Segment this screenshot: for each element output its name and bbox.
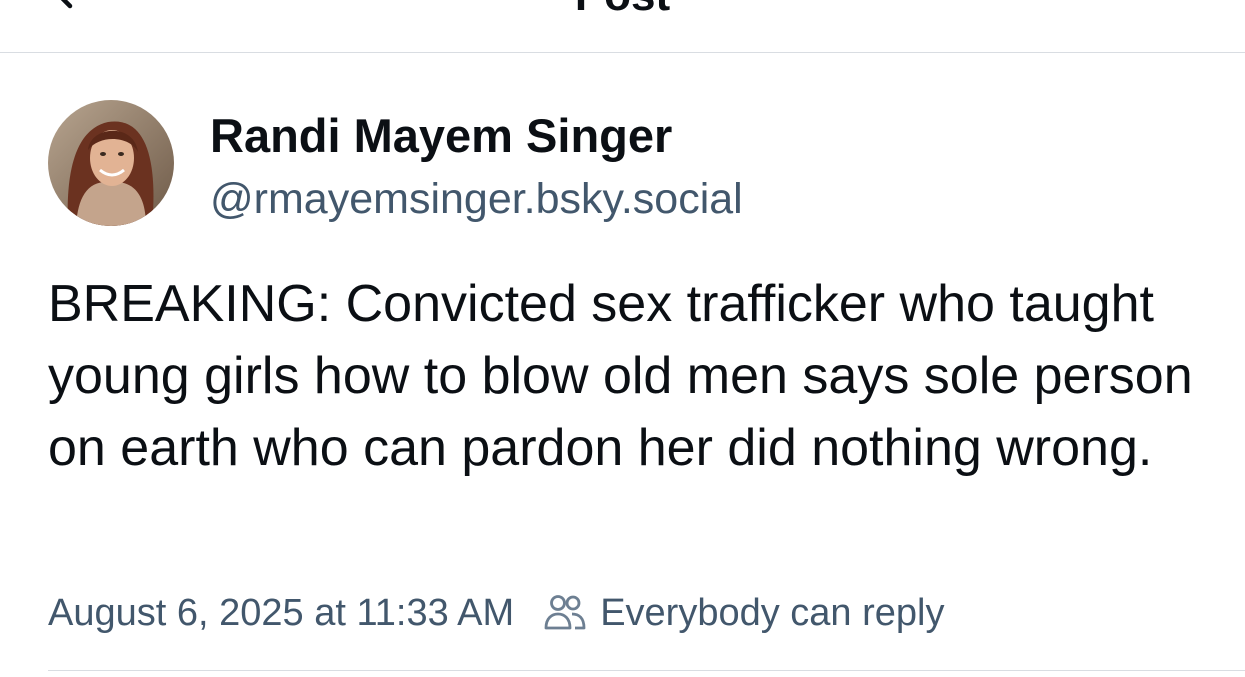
avatar[interactable] bbox=[48, 100, 174, 226]
page-title: Post bbox=[0, 0, 1245, 18]
author-handle[interactable]: @rmayemsinger.bsky.social bbox=[210, 174, 743, 224]
author-display-name[interactable]: Randi Mayem Singer bbox=[210, 110, 672, 162]
post-text: BREAKING: Convicted sex trafficker who t… bbox=[48, 275, 1193, 477]
divider bbox=[48, 670, 1245, 671]
top-bar: Post bbox=[0, 0, 1245, 53]
reply-setting-button[interactable]: Everybody can reply bbox=[542, 590, 944, 636]
post-meta: August 6, 2025 at 11:33 AM Everybody can… bbox=[48, 588, 944, 638]
reply-setting-label: Everybody can reply bbox=[600, 591, 945, 634]
post-timestamp: August 6, 2025 at 11:33 AM bbox=[48, 591, 515, 634]
people-icon bbox=[544, 595, 586, 630]
